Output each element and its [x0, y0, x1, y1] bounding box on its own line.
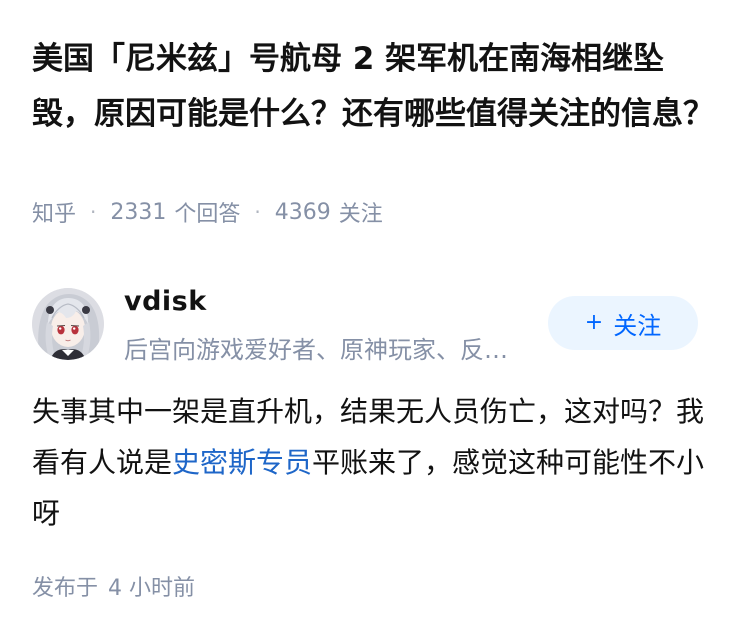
meta-separator: ·	[90, 200, 97, 224]
author-name[interactable]: vdisk	[124, 286, 207, 317]
follow-count: 4369	[274, 199, 331, 225]
follow-button-label: 关注	[613, 311, 662, 340]
meta-separator: ·	[254, 200, 261, 224]
follow-button[interactable]: + 关注	[548, 296, 698, 350]
answer-card: vdisk 后宫向游戏爱好者、原神玩家、反… + 关注 失事其中一架是直升机，结…	[0, 258, 750, 636]
publish-label: 发布于	[32, 576, 99, 601]
question-meta: 知乎 · 2331 个回答 · 4369 关注	[32, 196, 383, 228]
anime-girl-avatar-icon	[32, 288, 104, 360]
publish-time-value: 4 小时前	[108, 576, 196, 601]
answer-count: 2331	[110, 199, 167, 225]
section-divider	[0, 250, 750, 258]
follow-count-label: 关注	[338, 202, 383, 227]
answer-link[interactable]: 史密斯专员	[172, 446, 312, 479]
answer-count-label[interactable]: 个回答	[174, 196, 240, 228]
answer-content[interactable]: 失事其中一架是直升机，结果无人员伤亡，这对吗？我看有人说是史密斯专员平账来了，感…	[32, 386, 712, 539]
question-title[interactable]: 美国「尼米兹」号航母 2 架军机在南海相继坠毁，原因可能是什么？还有哪些值得关注…	[32, 32, 722, 142]
publish-time: 发布于 4 小时前	[32, 570, 195, 602]
question-header: 美国「尼米兹」号航母 2 架军机在南海相继坠毁，原因可能是什么？还有哪些值得关注…	[0, 0, 750, 251]
avatar[interactable]	[32, 288, 104, 360]
plus-icon: +	[584, 310, 604, 335]
author-bio: 后宫向游戏爱好者、原神玩家、反…	[124, 336, 508, 364]
source-label[interactable]: 知乎	[32, 196, 76, 228]
